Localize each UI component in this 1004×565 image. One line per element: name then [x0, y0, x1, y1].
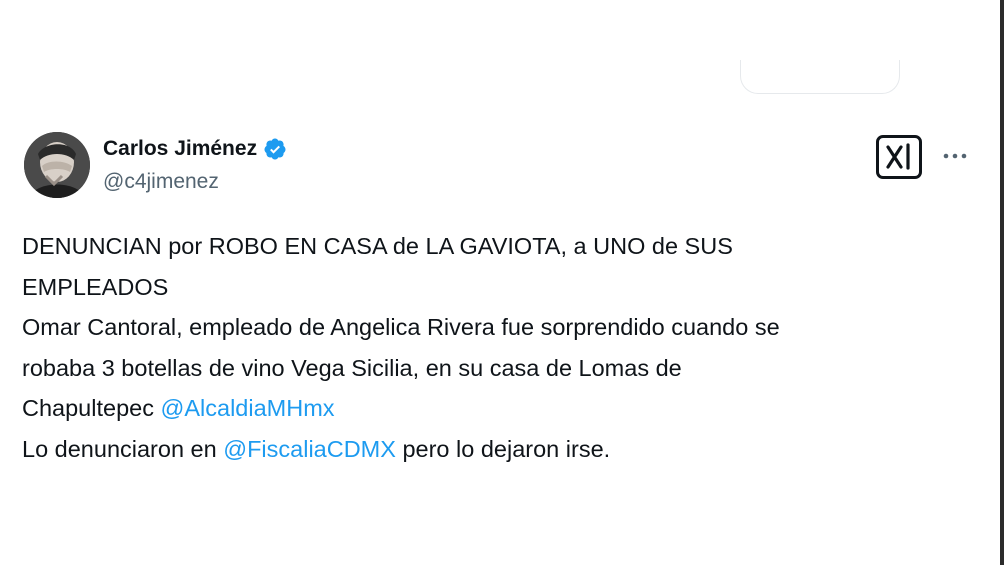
frame-edge: [1000, 0, 1004, 565]
mention-link[interactable]: @FiscaliaCDMX: [223, 436, 396, 462]
more-icon[interactable]: [940, 144, 970, 168]
tweet-text-line: robaba 3 botellas de vino Vega Sicilia, …: [22, 354, 682, 381]
author-handle[interactable]: @c4jimenez: [103, 170, 219, 194]
tweet-text-line: DENUNCIAN por ROBO EN CASA de LA GAVIOTA…: [22, 233, 733, 259]
verified-badge-icon: [263, 137, 287, 161]
top-pill-button[interactable]: [740, 60, 900, 94]
tweet-text-line: Chapultepec @AlcaldiaMHmx: [22, 388, 982, 429]
tweet-text-segment: pero lo dejaron irse.: [395, 435, 611, 462]
tweet-text-line: EMPLEADOS: [22, 273, 169, 300]
avatar[interactable]: [24, 132, 90, 198]
tweet-text-segment: Lo denunciaron en: [22, 435, 224, 462]
author-display-name[interactable]: Carlos Jiménez: [103, 137, 257, 161]
author-name-row: Carlos Jiménez: [103, 137, 287, 161]
tweet-text-segment: Chapultepec: [22, 395, 161, 421]
grok-icon[interactable]: [876, 135, 922, 179]
tweet-text-line: Omar Cantoral, empleado de Angelica Rive…: [22, 314, 780, 340]
mention-link[interactable]: @AlcaldiaMHmx: [161, 395, 335, 421]
tweet-text-line: Lo denunciaron en @FiscaliaCDMX pero lo …: [22, 429, 982, 470]
tweet-text: DENUNCIAN por ROBO EN CASA de LA GAVIOTA…: [22, 226, 982, 469]
